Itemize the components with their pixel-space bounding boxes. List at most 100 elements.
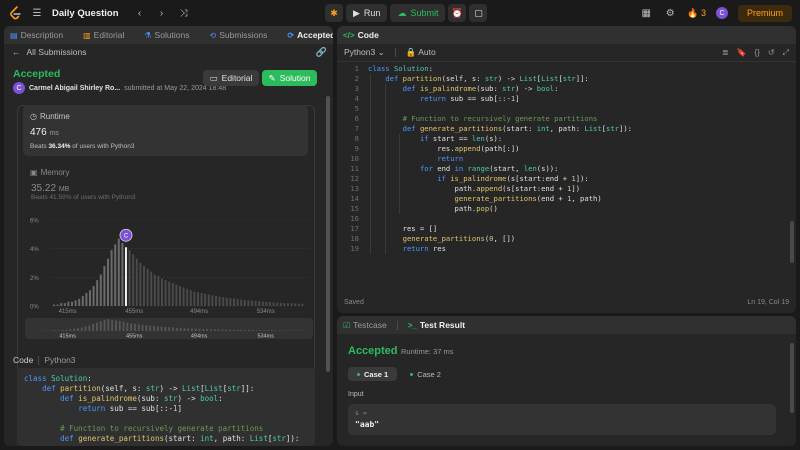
debug-button[interactable]: ✱: [325, 4, 343, 22]
settings-gear-icon[interactable]: ⚙: [663, 8, 677, 19]
case-2-tab[interactable]: Case 2: [401, 367, 450, 381]
test-panel-scrollbar[interactable]: [790, 343, 794, 413]
tab-testcase[interactable]: ☑ Testcase: [343, 320, 387, 330]
chevron-left-icon[interactable]: ‹: [133, 8, 147, 19]
code-line[interactable]: return sub == sub[::-1]: [24, 404, 308, 414]
layout-grid-icon[interactable]: ▦: [639, 8, 653, 19]
book-icon: ▭: [209, 72, 218, 83]
code-line[interactable]: path.append(s[start:end + 1]): [368, 184, 632, 194]
notes-button[interactable]: ▢: [469, 4, 488, 22]
premium-button[interactable]: Premium: [737, 4, 792, 22]
code-line[interactable]: return: [368, 154, 632, 164]
problem-list-icon[interactable]: ☰: [30, 8, 44, 19]
chart-bar: [81, 295, 84, 306]
code-line[interactable]: path.pop(): [368, 204, 632, 214]
code-line[interactable]: def is_palindrome(sub: str) -> bool:: [24, 394, 308, 404]
code-line[interactable]: [24, 414, 308, 424]
code-lines[interactable]: class Solution: def partition(self, s: s…: [368, 64, 632, 254]
code-line[interactable]: generate_partitions(end + 1, path): [368, 194, 632, 204]
chart-bar: [56, 304, 59, 306]
code-line[interactable]: if start == len(s):: [368, 134, 632, 144]
streak-counter[interactable]: 🔥 3: [687, 8, 706, 19]
shuffle-icon[interactable]: ⤨: [177, 8, 191, 19]
memory-value: 35.22 MB: [31, 183, 69, 194]
tab-submissions[interactable]: ⟲ Submissions: [210, 30, 268, 40]
tab-test-result-label: Test Result: [419, 320, 466, 330]
chart-bar: [211, 295, 214, 306]
code-line[interactable]: def generate_partitions(start: int, path…: [368, 124, 632, 134]
tab-editorial[interactable]: ▥ Editorial: [83, 30, 124, 40]
code-line[interactable]: def partition(self, s: str) -> List[List…: [368, 74, 632, 84]
mini-chart-bar: [130, 323, 133, 331]
code-editor[interactable]: 1 2 3 4 5 6 7 8 9 10 11 12 13 14 15 16 17 18 19 class Solu…: [337, 64, 796, 300]
code-line[interactable]: res.append(path[:]): [368, 144, 632, 154]
tab-code[interactable]: </> Code: [343, 30, 379, 40]
code-line[interactable]: def generate_partitions(start: int, path…: [24, 434, 308, 444]
description-icon: ▤: [10, 30, 18, 40]
format-code-icon[interactable]: ≣: [722, 48, 729, 58]
code-line[interactable]: class Solution:: [24, 374, 308, 384]
mini-chart-bar: [255, 330, 258, 331]
code-line[interactable]: if is_palindrome(s[start:end + 1]):: [368, 174, 632, 184]
post-solution-button[interactable]: ✎ Solution: [262, 70, 317, 86]
line-number: 18: [350, 234, 359, 243]
language-select[interactable]: Python3 ⌄: [344, 47, 385, 58]
tab-solutions[interactable]: ⚗ Solutions: [144, 30, 189, 40]
autocomplete-mode[interactable]: 🔒 Auto: [406, 47, 436, 58]
tab-description[interactable]: ▤ Description: [10, 30, 63, 40]
back-to-submissions-link[interactable]: ← All Submissions: [12, 47, 87, 57]
tab-test-result[interactable]: >_ Test Result: [408, 320, 465, 330]
line-number: 14: [350, 194, 359, 203]
chart-bar: [143, 265, 145, 306]
user-avatar[interactable]: C: [715, 7, 728, 19]
code-line[interactable]: [368, 104, 632, 114]
mini-chart-bar: [80, 327, 83, 331]
code-line[interactable]: return sub == sub[::-1]: [368, 94, 632, 104]
timer-button[interactable]: ⏰: [448, 4, 467, 22]
fullscreen-icon[interactable]: ⤢: [783, 48, 789, 58]
input-value: "aab": [355, 420, 380, 429]
run-button[interactable]: ▶ Run: [346, 4, 388, 22]
chart-range-slider[interactable]: 415ms 455ms 494ms 534ms: [25, 318, 313, 339]
page-title[interactable]: Daily Question: [52, 8, 119, 19]
chevron-right-icon[interactable]: ›: [155, 8, 169, 19]
braces-icon[interactable]: {}: [755, 48, 760, 58]
code-line[interactable]: generate_partitions(0, []): [368, 234, 632, 244]
editorial-button[interactable]: ▭ Editorial: [203, 70, 259, 86]
memory-label[interactable]: ▣ Memory: [30, 168, 69, 177]
editor-scrollbar[interactable]: [790, 221, 794, 263]
cursor-position: Ln 19, Col 19: [747, 299, 789, 306]
runtime-distribution-chart[interactable]: 6% 4% 2% 0% C 415ms 455ms 494ms 534ms: [17, 212, 315, 314]
chart-bar: [110, 250, 113, 306]
code-line[interactable]: for end in range(start, len(s)):: [368, 164, 632, 174]
author-avatar[interactable]: C: [13, 82, 25, 94]
code-editor-panel: </> Code Python3 ⌄ 🔒 Auto ≣ 🔖 {} ↺ ⤢ 1234…: [337, 26, 796, 313]
code-line[interactable]: class Solution:: [368, 64, 632, 74]
code-line[interactable]: def partition(self, s: str) -> List[List…: [24, 384, 308, 394]
code-line[interactable]: def is_palindrome(sub: str) -> bool:: [368, 84, 632, 94]
submissions-icon: ⟲: [209, 30, 217, 40]
mini-chart-bar: [111, 319, 114, 331]
code-line[interactable]: [368, 214, 632, 224]
reset-icon[interactable]: ↺: [768, 48, 775, 58]
submission-code-block[interactable]: class Solution: def partition(self, s: s…: [17, 368, 315, 446]
code-line[interactable]: res = []: [368, 224, 632, 234]
code-line[interactable]: # Function to recursively generate parti…: [368, 114, 632, 124]
chart-bar: [161, 278, 163, 306]
code-line[interactable]: return res: [368, 244, 632, 254]
left-panel-scrollbar[interactable]: [326, 96, 330, 372]
code-line[interactable]: # Function to recursively generate parti…: [24, 424, 308, 434]
tab-accepted[interactable]: ⟳Accepted✕: [287, 30, 333, 41]
leetcode-logo-icon[interactable]: [8, 6, 22, 20]
mini-chart-bar: [122, 321, 125, 331]
bookmark-icon[interactable]: 🔖: [737, 48, 747, 58]
chart-bar: [265, 301, 268, 306]
chart-bar: [71, 301, 73, 306]
author-name[interactable]: Carmel Abigail Shirley Ro...: [29, 85, 120, 92]
runtime-beats-prefix: Beats: [30, 143, 47, 150]
case-1-tab[interactable]: Case 1: [348, 367, 398, 381]
mini-chart-bar: [50, 330, 53, 331]
runtime-card[interactable]: ◷ Runtime 476 ms Beats 36.34% of users wi…: [23, 105, 308, 156]
submit-button[interactable]: ☁ Submit: [390, 4, 446, 22]
share-link-icon[interactable]: 🔗: [316, 47, 327, 58]
